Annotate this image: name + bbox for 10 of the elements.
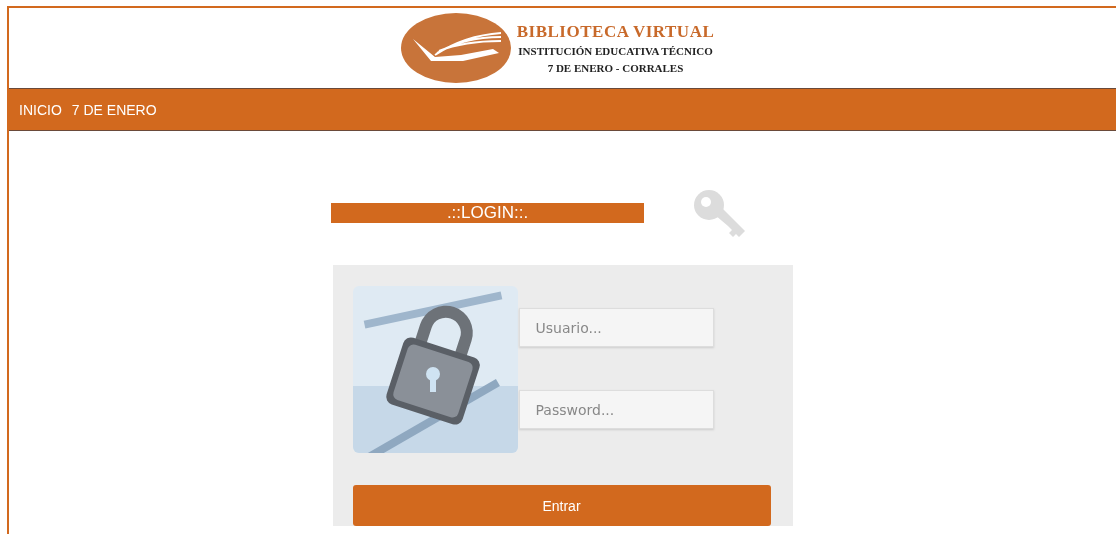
username-field[interactable]: Usuario...	[518, 308, 714, 347]
site-location: 7 DE ENERO - CORRALES	[547, 62, 684, 74]
login-title: .::LOGIN::.	[331, 203, 644, 223]
nav-link[interactable]: 7 DE ENERO	[71, 101, 157, 118]
nav-link[interactable]: INICIO	[19, 101, 62, 118]
book-logo-icon	[400, 13, 511, 83]
site-title: BIBLIOTECA VIRTUAL	[516, 22, 715, 42]
site-subtitle: INSTITUCIÓN EDUCATIVA TÉCNICO	[518, 45, 713, 57]
submit-button[interactable]: Entrar	[352, 485, 771, 526]
password-field[interactable]: Password...	[518, 390, 714, 429]
